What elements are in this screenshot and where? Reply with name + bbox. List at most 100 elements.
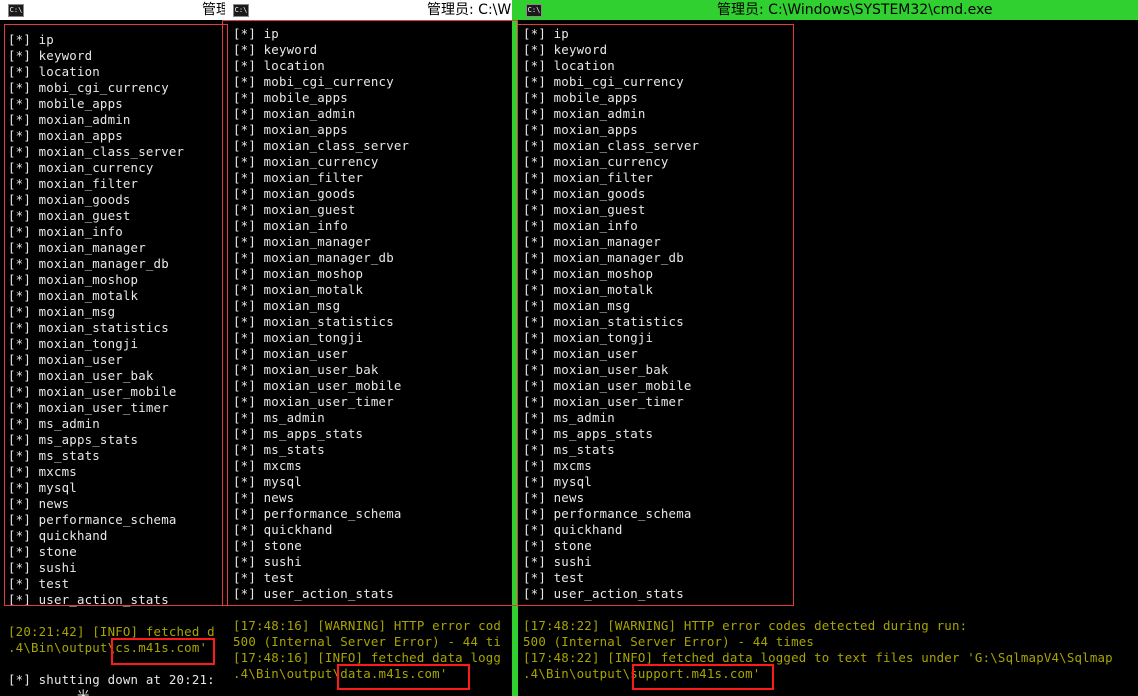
database-entry: [*] ip	[8, 32, 54, 47]
database-entry: [*] news	[523, 490, 585, 505]
database-entry: [*] moxian_user_timer	[233, 394, 394, 409]
database-entry: [*] user_action_stats	[233, 586, 394, 601]
database-entry: [*] sushi	[8, 560, 77, 575]
window-title: 管理员: C:\Wi	[427, 2, 515, 18]
database-entry: [*] moxian_admin	[523, 106, 646, 121]
database-entry: [*] test	[8, 576, 70, 591]
cmd-window-left[interactable]: C:\ 管理 [*] ip [*] keyword [*] location [*] …	[0, 0, 232, 696]
database-entry: [*] mxcms	[8, 464, 77, 479]
database-entry: [*] moxian_manager	[8, 240, 146, 255]
cmd-window-middle[interactable]: C:\ 管理员: C:\Wi [*] ip [*] keyword [*] loca…	[225, 0, 517, 696]
database-entry: [*] keyword	[233, 42, 318, 57]
database-entry: [*] moxian_tongji	[523, 330, 654, 345]
database-entry: [*] moxian_user	[523, 346, 638, 361]
log-line: [17:48:22] [WARNING] HTTP error codes de…	[523, 618, 968, 633]
database-entry: [*] moxian_goods	[8, 192, 131, 207]
database-entry: [*] quickhand	[8, 528, 108, 543]
database-entry: [*] moxian_motalk	[523, 282, 654, 297]
database-entry: [*] mxcms	[233, 458, 302, 473]
database-entry: [*] mysql	[233, 474, 302, 489]
database-entry: [*] moxian_user	[8, 352, 123, 367]
database-entry: [*] mobi_cgi_currency	[233, 74, 394, 89]
window-titlebar[interactable]: C:\ 管理员: C:\Wi	[225, 0, 517, 20]
console-output[interactable]: [*] ip [*] keyword [*] location [*] mobi_cg…	[518, 20, 1138, 696]
log-line: .4\Bin\output\data.m41s.com'	[233, 666, 448, 681]
console-output[interactable]: [*] ip [*] keyword [*] location [*] mobi_cg…	[0, 20, 232, 696]
log-line: [20:21:42] [INFO] fetched d	[8, 624, 215, 639]
database-entry: [*] stone	[523, 538, 592, 553]
database-entry: [*] ms_stats	[233, 442, 325, 457]
database-entry: [*] keyword	[8, 48, 93, 63]
database-entry: [*] moxian_apps	[233, 122, 348, 137]
database-entry: [*] sushi	[233, 554, 302, 569]
database-entry: [*] ms_apps_stats	[233, 426, 364, 441]
database-entry: [*] moxian_user_mobile	[8, 384, 177, 399]
database-entry: [*] stone	[233, 538, 302, 553]
database-entry: [*] moxian_moshop	[233, 266, 364, 281]
database-entry: [*] quickhand	[233, 522, 333, 537]
database-entry: [*] moxian_filter	[8, 176, 139, 191]
database-entry: [*] mysql	[523, 474, 592, 489]
database-entry: [*] moxian_statistics	[233, 314, 394, 329]
database-entry: [*] moxian_user_mobile	[233, 378, 402, 393]
window-titlebar[interactable]: C:\ 管理	[0, 0, 232, 20]
database-entry: [*] moxian_moshop	[8, 272, 139, 287]
database-entry: [*] moxian_filter	[233, 170, 364, 185]
database-entry: [*] ip	[233, 26, 279, 41]
database-entry: [*] ms_stats	[523, 442, 615, 457]
database-entry: [*] performance_schema	[233, 506, 402, 521]
database-list: [*] ip [*] keyword [*] location [*] mobi_cg…	[523, 26, 699, 602]
database-entry: [*] moxian_moshop	[523, 266, 654, 281]
database-entry: [*] ip	[523, 26, 569, 41]
database-entry: [*] ms_stats	[8, 448, 100, 463]
database-entry: [*] mxcms	[523, 458, 592, 473]
database-entry: [*] location	[233, 58, 325, 73]
database-entry: [*] moxian_goods	[233, 186, 356, 201]
database-entry: [*] moxian_user_timer	[8, 400, 169, 415]
database-entry: [*] moxian_user_bak	[523, 362, 669, 377]
database-entry: [*] moxian_class_server	[523, 138, 700, 153]
database-entry: [*] moxian_tongji	[8, 336, 139, 351]
database-entry: [*] moxian_info	[233, 218, 348, 233]
database-entry: [*] mobile_apps	[8, 96, 123, 111]
database-entry: [*] mobile_apps	[523, 90, 638, 105]
database-entry: [*] moxian_manager	[233, 234, 371, 249]
database-entry: [*] moxian_guest	[233, 202, 356, 217]
database-entry: [*] ms_apps_stats	[8, 432, 139, 447]
database-entry: [*] ms_admin	[8, 416, 100, 431]
window-title: 管理员: C:\Windows\SYSTEM32\cmd.exe	[717, 2, 993, 18]
database-entry: [*] moxian_currency	[523, 154, 669, 169]
database-entry: [*] moxian_info	[8, 224, 123, 239]
database-entry: [*] moxian_admin	[8, 112, 131, 127]
database-entry: [*] moxian_motalk	[233, 282, 364, 297]
database-entry: [*] location	[8, 64, 100, 79]
database-entry: [*] quickhand	[523, 522, 623, 537]
database-entry: [*] moxian_class_server	[8, 144, 185, 159]
log-line: [17:48:22] [INFO] fetched data logged to…	[523, 650, 1113, 665]
database-entry: [*] moxian_manager_db	[523, 250, 684, 265]
database-entry: [*] news	[8, 496, 70, 511]
database-entry: [*] test	[233, 570, 295, 585]
database-entry: [*] moxian_apps	[523, 122, 638, 137]
database-entry: [*] moxian_statistics	[8, 320, 169, 335]
cmd-icon: C:\	[526, 4, 542, 17]
database-entry: [*] location	[523, 58, 615, 73]
cmd-icon: C:\	[8, 4, 24, 17]
database-entry: [*] moxian_admin	[233, 106, 356, 121]
database-entry: [*] moxian_msg	[8, 304, 116, 319]
database-entry: [*] moxian_info	[523, 218, 638, 233]
log-output: [17:48:22] [WARNING] HTTP error codes de…	[523, 618, 1113, 682]
cmd-icon: C:\	[233, 4, 249, 17]
window-titlebar[interactable]: C:\ 管理员: C:\Windows\SYSTEM32\cmd.exe	[512, 0, 1138, 20]
log-line: [17:48:16] [INFO] fetched data logg	[233, 650, 502, 665]
database-entry: [*] keyword	[523, 42, 608, 57]
cmd-window-right[interactable]: C:\ 管理员: C:\Windows\SYSTEM32\cmd.exe [*]…	[512, 0, 1138, 696]
database-entry: [*] mobi_cgi_currency	[523, 74, 684, 89]
console-output[interactable]: [*] ip [*] keyword [*] location [*] mobi_cg…	[225, 20, 517, 696]
log-line: [17:48:16] [WARNING] HTTP error cod	[233, 618, 502, 633]
database-entry: [*] test	[523, 570, 585, 585]
database-entry: [*] moxian_filter	[523, 170, 654, 185]
database-entry: [*] moxian_user	[233, 346, 348, 361]
database-entry: [*] moxian_apps	[8, 128, 123, 143]
database-entry: [*] moxian_guest	[523, 202, 646, 217]
